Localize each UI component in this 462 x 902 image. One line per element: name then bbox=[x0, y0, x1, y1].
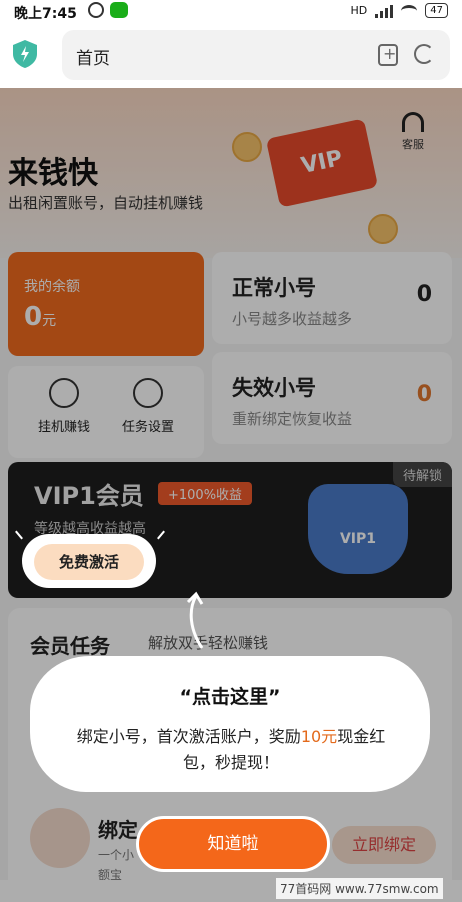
tooltip-body-part1: 绑定小号，首次激活账户，奖励 bbox=[76, 727, 301, 746]
tooltip-body: 绑定小号，首次激活账户，奖励10元现金红包，秒提现！ bbox=[66, 724, 396, 776]
tooltip-highlight: 10元 bbox=[300, 727, 338, 746]
add-bookmark-icon[interactable] bbox=[378, 44, 398, 66]
wifi-icon bbox=[401, 4, 418, 17]
signal-icon bbox=[375, 4, 394, 18]
shield-icon[interactable] bbox=[12, 39, 38, 69]
guide-tooltip: “点击这里” 绑定小号，首次激活账户，奖励10元现金红包，秒提现！ bbox=[30, 656, 430, 792]
wechat-icon bbox=[110, 2, 128, 18]
watermark: 77首码网 www.77smw.com bbox=[276, 878, 443, 899]
pointer-arrow-icon bbox=[186, 591, 204, 649]
status-bar: 晚上7:45 HD 47 bbox=[0, 0, 462, 24]
refresh-icon[interactable] bbox=[414, 44, 434, 64]
status-time: 晚上7:45 bbox=[14, 6, 77, 22]
alarm-icon bbox=[88, 2, 104, 18]
hd-indicator: HD bbox=[350, 4, 368, 17]
address-text: 首页 bbox=[76, 49, 110, 69]
status-icons bbox=[88, 2, 128, 18]
browser-bar: 首页 bbox=[0, 24, 462, 88]
got-it-button[interactable]: 知道啦 bbox=[136, 816, 330, 872]
address-bar[interactable]: 首页 bbox=[62, 30, 450, 80]
status-right: HD 47 bbox=[351, 3, 448, 18]
tooltip-title: “点击这里” bbox=[179, 686, 281, 708]
free-activate-button[interactable]: 免费激活 bbox=[34, 544, 144, 580]
battery-icon: 47 bbox=[425, 3, 448, 18]
